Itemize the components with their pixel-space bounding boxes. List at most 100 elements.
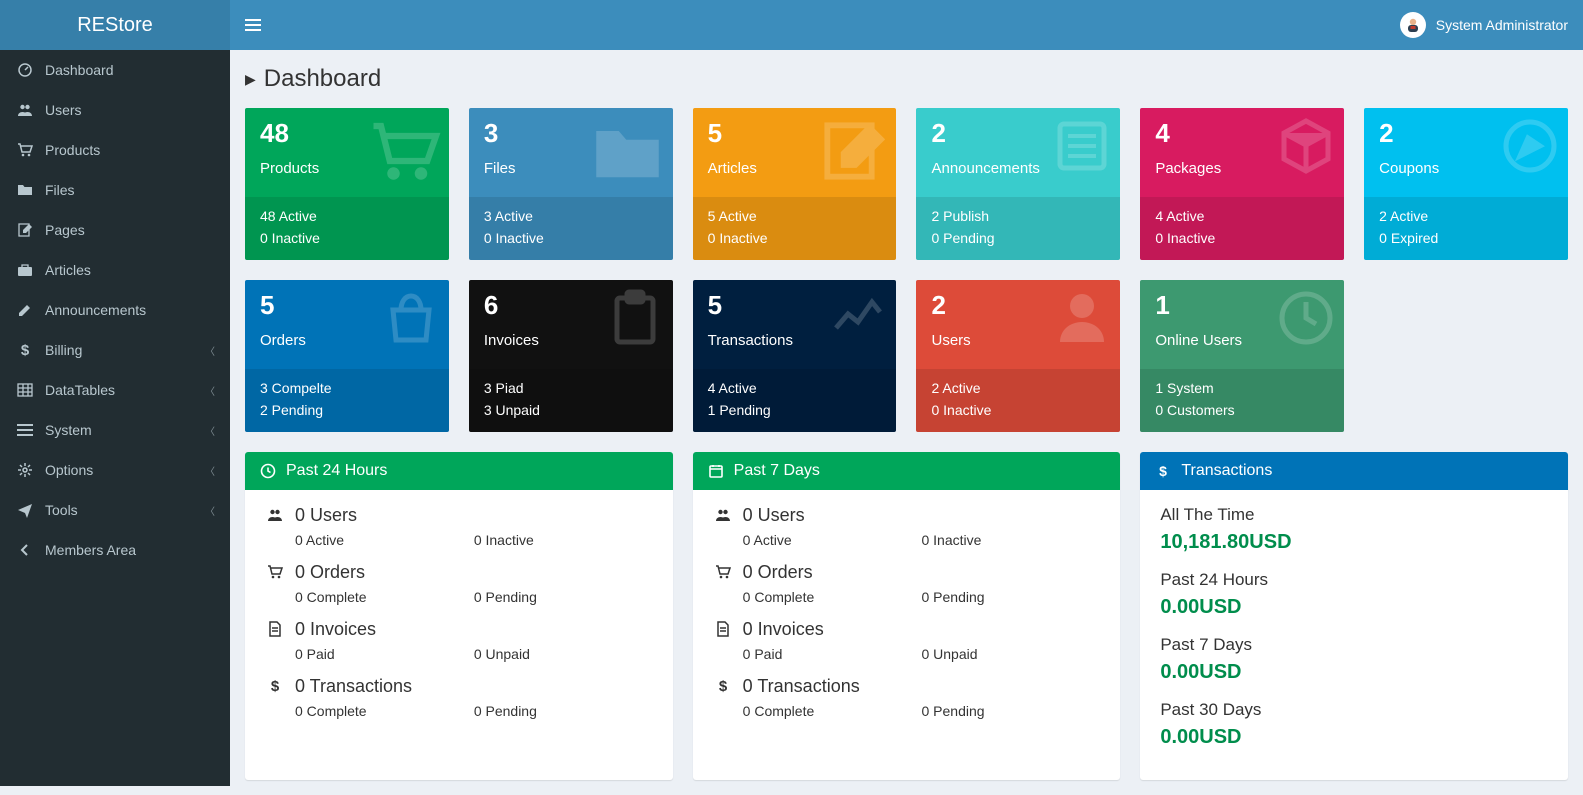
bag-icon xyxy=(381,288,441,348)
nav-item-pages[interactable]: Pages xyxy=(0,210,230,250)
dashboard-icon xyxy=(15,62,35,78)
card-footer: 3 Compelte2 Pending xyxy=(245,369,449,432)
nav-label: Billing xyxy=(45,342,82,358)
panel-past-24-hours: Past 24 Hours 0 Users0 Active0 Inactive0… xyxy=(245,452,673,780)
card-footer: 5 Active0 Inactive xyxy=(693,197,897,260)
card-footer: 2 Publish0 Pending xyxy=(916,197,1120,260)
cart-icon xyxy=(265,564,285,580)
folder-icon xyxy=(15,182,35,198)
stat-row: 0 Invoices0 Paid0 Unpaid xyxy=(265,619,653,662)
clock-icon xyxy=(1276,288,1336,348)
nav-item-products[interactable]: Products xyxy=(0,130,230,170)
user-menu[interactable]: System Administrator xyxy=(1400,12,1568,38)
card-orders[interactable]: 5Orders3 Compelte2 Pending xyxy=(245,280,449,432)
sidebar: REStore DashboardUsers Products Files Pages… xyxy=(0,0,230,786)
card-online-users[interactable]: 1Online Users1 System0 Customers xyxy=(1140,280,1344,432)
stat-a: 0 Active xyxy=(295,532,474,548)
card-footer: 3 Piad3 Unpaid xyxy=(469,369,673,432)
stat-a: 0 Complete xyxy=(295,589,474,605)
stat-row: 0 Users0 Active0 Inactive xyxy=(265,505,653,548)
stat-a: 0 Complete xyxy=(743,589,922,605)
nav-item-datatables[interactable]: DataTables〈 xyxy=(0,370,230,410)
panel-title: Past 24 Hours xyxy=(286,462,387,480)
tx-value: 10,181.80USD xyxy=(1160,531,1548,554)
panel-past-7-days: Past 7 Days 0 Users0 Active0 Inactive0 O… xyxy=(693,452,1121,780)
users-icon xyxy=(713,507,733,523)
nav-item-files[interactable]: Files xyxy=(0,170,230,210)
cart-icon xyxy=(15,142,35,158)
cart-icon xyxy=(713,564,733,580)
panel-transactions: $ Transactions All The Time 10,181.80USD P… xyxy=(1140,452,1568,780)
avatar xyxy=(1400,12,1426,38)
file-icon xyxy=(713,621,733,637)
briefcase-icon xyxy=(15,262,35,278)
stat-head: 0 Users xyxy=(743,505,805,526)
stat-b: 0 Pending xyxy=(921,703,1100,719)
stat-b: 0 Inactive xyxy=(921,532,1100,548)
page-title: ▶ Dashboard xyxy=(245,65,1568,93)
card-articles[interactable]: 5Articles5 Active0 Inactive xyxy=(693,108,897,260)
card-announcements[interactable]: 2Announcements2 Publish0 Pending xyxy=(916,108,1120,260)
stat-head: 0 Orders xyxy=(295,562,365,583)
dollar-icon: $ xyxy=(15,342,35,358)
svg-text:$: $ xyxy=(21,342,30,358)
card-footer: 1 System0 Customers xyxy=(1140,369,1344,432)
tx-value: 0.00USD xyxy=(1160,661,1548,684)
stat-b: 0 Pending xyxy=(474,703,653,719)
stat-a: 0 Paid xyxy=(295,646,474,662)
chart-icon xyxy=(828,288,888,348)
nav-item-options[interactable]: Options〈 xyxy=(0,450,230,490)
card-products[interactable]: 48Products48 Active0 Inactive xyxy=(245,108,449,260)
back-icon xyxy=(15,542,35,558)
content: ▶ Dashboard 48Products48 Active0 Inactiv… xyxy=(230,0,1583,795)
nav-item-members-area[interactable]: Members Area xyxy=(0,530,230,570)
nav-item-users[interactable]: Users xyxy=(0,90,230,130)
brand[interactable]: REStore xyxy=(0,0,230,50)
tx-value: 0.00USD xyxy=(1160,596,1548,619)
tx-label: All The Time xyxy=(1160,505,1548,525)
nav-label: Products xyxy=(45,142,100,158)
table-icon xyxy=(15,382,35,398)
dollar-icon: $ xyxy=(265,678,285,694)
card-users[interactable]: 2Users2 Active0 Inactive xyxy=(916,280,1120,432)
menu-toggle-button[interactable] xyxy=(245,17,261,33)
nav-item-tools[interactable]: Tools〈 xyxy=(0,490,230,530)
cube-icon xyxy=(1276,116,1336,176)
stat-a: 0 Complete xyxy=(743,703,922,719)
card-footer: 4 Active0 Inactive xyxy=(1140,197,1344,260)
cart-icon xyxy=(366,116,441,191)
bars-icon xyxy=(15,422,35,438)
stat-b: 0 Pending xyxy=(474,589,653,605)
card-packages[interactable]: 4Packages4 Active0 Inactive xyxy=(1140,108,1344,260)
nav-item-billing[interactable]: $Billing〈 xyxy=(0,330,230,370)
panel-header: $ Transactions xyxy=(1140,452,1568,490)
dollar-icon: $ xyxy=(1155,463,1171,479)
panel-header: Past 7 Days xyxy=(693,452,1121,490)
dollar-icon: $ xyxy=(713,678,733,694)
card-transactions[interactable]: 5Transactions4 Active1 Pending xyxy=(693,280,897,432)
stat-row: 0 Invoices0 Paid0 Unpaid xyxy=(713,619,1101,662)
card-files[interactable]: 3Files3 Active0 Inactive xyxy=(469,108,673,260)
stat-b: 0 Unpaid xyxy=(921,646,1100,662)
user-name: System Administrator xyxy=(1436,17,1568,33)
nav-item-system[interactable]: System〈 xyxy=(0,410,230,450)
panel-title: Past 7 Days xyxy=(734,462,820,480)
stat-head: 0 Invoices xyxy=(743,619,824,640)
tx-value: 0.00USD xyxy=(1160,726,1548,749)
nav-label: Pages xyxy=(45,222,85,238)
nav: DashboardUsers Products Files Pages Articles… xyxy=(0,50,230,570)
nav-item-dashboard[interactable]: Dashboard xyxy=(0,50,230,90)
svg-text:$: $ xyxy=(271,678,280,694)
nav-item-articles[interactable]: Articles xyxy=(0,250,230,290)
bars-icon xyxy=(245,17,261,33)
card-footer: 3 Active0 Inactive xyxy=(469,197,673,260)
nav-item-announcements[interactable]: Announcements xyxy=(0,290,230,330)
card-invoices[interactable]: 6Invoices3 Piad3 Unpaid xyxy=(469,280,673,432)
card-coupons[interactable]: 2Coupons2 Active0 Expired xyxy=(1364,108,1568,260)
edit-icon xyxy=(818,116,888,186)
tx-row: Past 7 Days0.00USD xyxy=(1160,635,1548,684)
stat-head: 0 Transactions xyxy=(743,676,860,697)
summary-cards-row-2: 5Orders3 Compelte2 Pending6Invoices3 Pia… xyxy=(245,280,1568,432)
stat-head: 0 Invoices xyxy=(295,619,376,640)
stat-row: 0 Orders 0 Complete0 Pending xyxy=(265,562,653,605)
